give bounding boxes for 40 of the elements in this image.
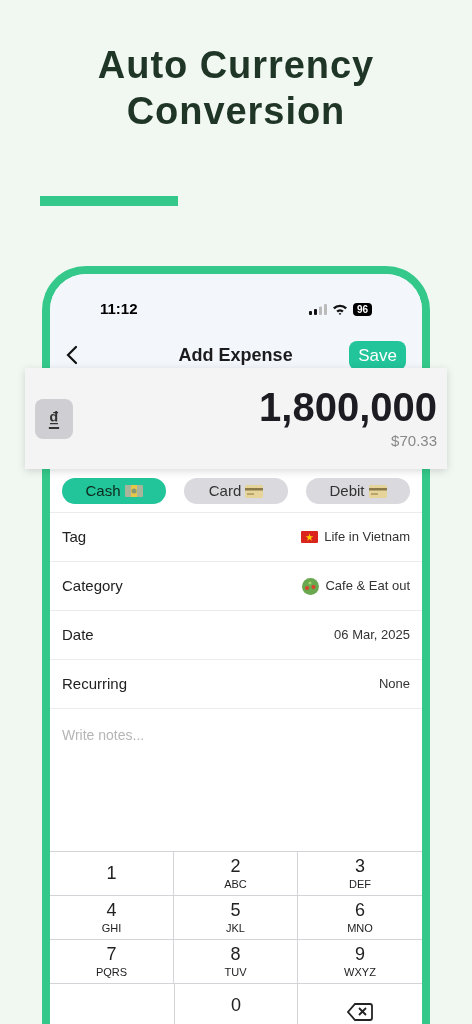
keypad-key[interactable]: 5 JKL (174, 896, 297, 939)
salad-bowl-icon (302, 577, 320, 595)
flag-icon (301, 531, 319, 543)
headline: Auto Currency Conversion (97, 43, 375, 134)
form-row[interactable]: Date 06 Mar, 2025 (50, 611, 422, 660)
keypad-key[interactable]: 4 GHI (50, 896, 173, 939)
payment-method-chip[interactable]: Cash (62, 478, 166, 504)
backspace-icon[interactable] (347, 1002, 373, 1022)
payment-method-chip[interactable]: Debit (306, 478, 410, 504)
keypad-key[interactable]: 6 MNO (298, 896, 422, 939)
credit-card-icon (245, 484, 264, 498)
row-value: 06 Mar, 2025 (334, 626, 410, 645)
signal-icon (308, 303, 327, 315)
row-label: Recurring (62, 673, 128, 694)
keypad-key[interactable]: 2 ABC (174, 852, 297, 895)
currency-button[interactable]: ₫ (35, 398, 73, 439)
keypad-key[interactable]: 0 (175, 984, 297, 1024)
form-row[interactable]: Category Cafe & Eat out (50, 562, 422, 611)
row-label: Category (62, 575, 123, 596)
wifi-icon (331, 303, 348, 316)
keypad-key[interactable]: 8 TUV (174, 940, 297, 983)
keypad-key[interactable]: 1 (50, 852, 173, 895)
form-row[interactable]: Tag Life in Vietnam (50, 513, 422, 562)
converted-amount: $70.33 (391, 431, 437, 452)
screen-title: Add Expense (178, 343, 293, 367)
battery-indicator: 96 (352, 302, 372, 316)
row-value: Cafe & Eat out (325, 577, 410, 596)
row-value: None (378, 675, 410, 694)
keypad-key[interactable]: 7 PQRS (50, 940, 173, 983)
payment-method-chip[interactable]: Card (184, 478, 288, 504)
amount-value: 1,800,000 (259, 384, 437, 431)
keypad-key[interactable]: 9 WXYZ (298, 940, 422, 983)
back-icon[interactable] (66, 345, 78, 366)
banknote-icon (124, 484, 143, 498)
row-label: Date (62, 624, 94, 645)
row-label: Tag (62, 526, 87, 547)
credit-card-icon (368, 484, 387, 498)
status-time: 11:12 (100, 299, 138, 319)
row-value: Life in Vietnam (324, 528, 410, 547)
keypad-key[interactable]: 3 DEF (298, 852, 422, 895)
